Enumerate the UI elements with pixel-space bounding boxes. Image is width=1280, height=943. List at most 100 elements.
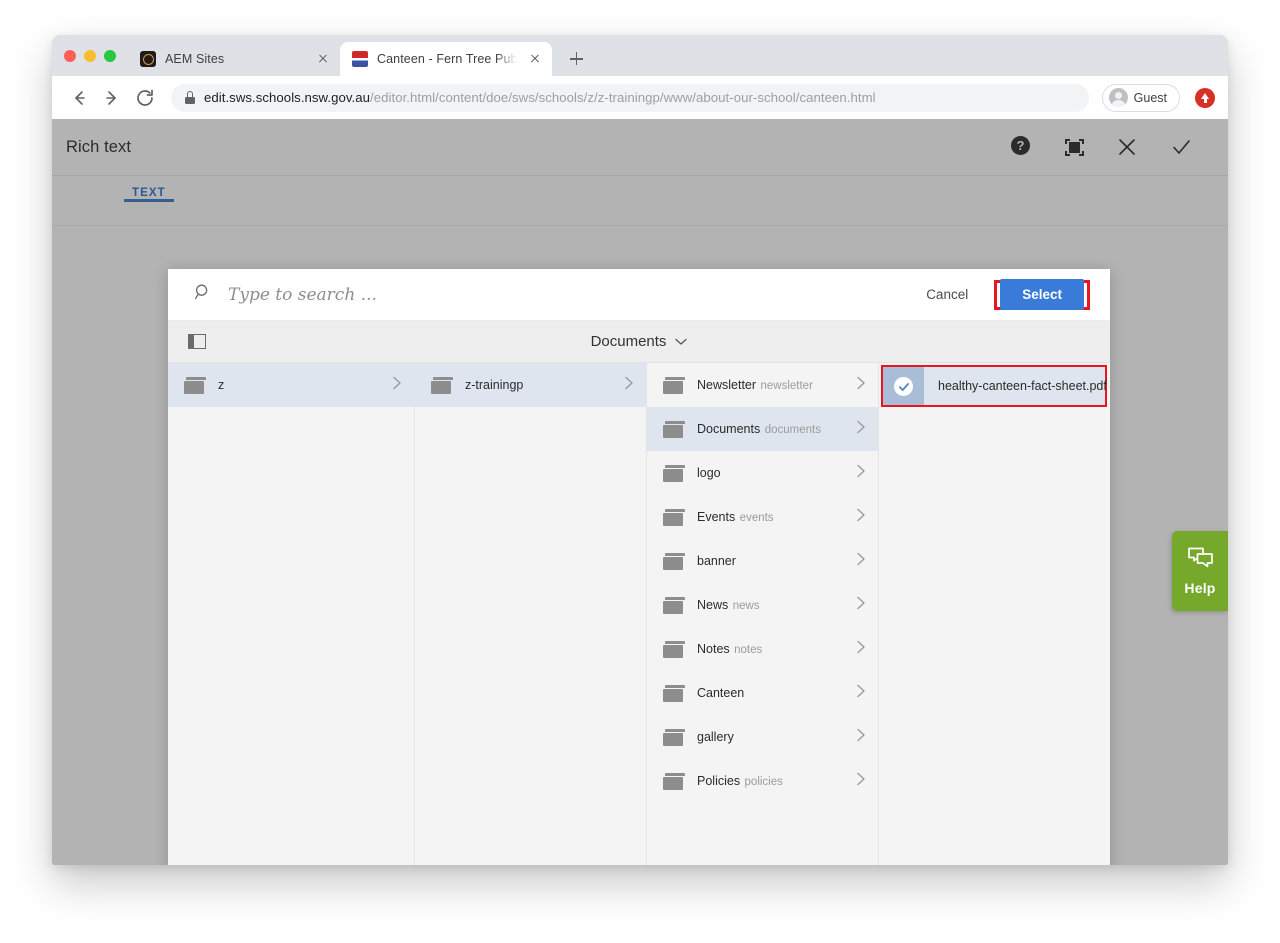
browser-tab-aem-sites[interactable]: AEM Sites — [128, 42, 340, 76]
extension-icon[interactable] — [1195, 87, 1215, 108]
browser-tab-strip: AEM Sites Canteen - Fern Tree Public Sch — [52, 35, 1228, 76]
search-icon — [194, 283, 212, 306]
list-item-title: Events — [697, 510, 736, 524]
help-icon[interactable]: ? — [1011, 136, 1033, 158]
folder-icon — [663, 420, 685, 438]
editor-header-actions: ? — [1011, 136, 1192, 158]
list-item[interactable]: News news — [647, 583, 878, 627]
asset-list-item[interactable]: healthy-canteen-fact-sheet.pdf — [883, 367, 1107, 405]
list-item-title: banner — [697, 554, 736, 568]
minimize-window-button[interactable] — [84, 49, 96, 62]
list-item[interactable]: Events events — [647, 495, 878, 539]
chevron-right-icon — [856, 728, 866, 747]
list-item-title: Policies — [697, 774, 741, 788]
chevron-down-icon[interactable] — [675, 333, 688, 351]
tab-close-icon[interactable] — [526, 50, 544, 68]
picker-column-1: z — [168, 363, 414, 865]
select-button[interactable]: Select — [1000, 278, 1084, 310]
list-item-subtitle: documents — [764, 424, 821, 436]
list-item[interactable]: Notes notes — [647, 627, 878, 671]
folder-icon — [663, 684, 685, 702]
list-item-subtitle: notes — [734, 644, 763, 656]
chevron-right-icon — [392, 376, 402, 395]
list-item-title: Notes — [697, 642, 730, 656]
chevron-right-icon — [624, 376, 634, 395]
url-path: /editor.html/content/doe/sws/schools/z/z… — [370, 90, 876, 105]
editor-header: Rich text ? — [52, 119, 1228, 176]
list-item-text: News news — [697, 596, 842, 614]
maximize-window-button[interactable] — [104, 49, 116, 62]
help-widget-button[interactable]: Help — [1172, 531, 1228, 611]
select-button-container: Select — [994, 278, 1090, 310]
list-item-text: z — [218, 376, 378, 394]
chevron-right-icon — [856, 508, 866, 527]
folder-icon — [663, 596, 685, 614]
folder-icon — [663, 376, 685, 394]
list-item[interactable]: Canteen — [647, 671, 878, 715]
tab-text[interactable]: TEXT — [118, 176, 180, 202]
panel-toggle-icon[interactable] — [188, 334, 206, 349]
folder-icon — [663, 508, 685, 526]
list-item[interactable]: Newsletter newsletter — [647, 363, 878, 407]
chevron-right-icon — [856, 420, 866, 439]
list-item-title: logo — [697, 466, 721, 480]
list-item-text: logo — [697, 464, 842, 482]
tab-active-indicator — [124, 199, 174, 202]
chevron-right-icon — [856, 772, 866, 791]
cancel-button[interactable]: Cancel — [912, 280, 982, 309]
chevron-right-icon — [856, 684, 866, 703]
picker-column-3: Newsletter newsletter Documents document… — [646, 363, 878, 865]
list-item[interactable]: z-trainingp — [415, 363, 646, 407]
list-item-text: Policies policies — [697, 772, 842, 790]
breadcrumb-label[interactable]: Documents — [591, 333, 667, 350]
url-text: edit.sws.schools.nsw.gov.au/editor.html/… — [204, 90, 876, 105]
folder-icon — [663, 728, 685, 746]
list-item-subtitle: newsletter — [760, 380, 813, 392]
search-input[interactable]: Type to search ... — [228, 285, 912, 305]
confirm-icon[interactable] — [1170, 136, 1192, 158]
new-tab-button[interactable] — [562, 45, 590, 73]
folder-icon — [663, 464, 685, 482]
chevron-right-icon — [856, 376, 866, 395]
help-widget-label: Help — [1184, 580, 1216, 596]
aem-favicon — [140, 51, 156, 67]
picker-column-2: z-trainingp — [414, 363, 646, 865]
browser-tab-canteen[interactable]: Canteen - Fern Tree Public Sch — [340, 42, 552, 76]
list-item[interactable]: banner — [647, 539, 878, 583]
school-favicon — [352, 51, 368, 67]
url-input[interactable]: edit.sws.schools.nsw.gov.au/editor.html/… — [171, 83, 1089, 112]
list-item-text: Notes notes — [697, 640, 842, 658]
list-item-text: Canteen — [697, 684, 842, 702]
selected-check-icon — [894, 377, 913, 396]
page-title: Rich text — [66, 137, 132, 156]
list-item-subtitle: policies — [744, 776, 783, 788]
list-item[interactable]: Policies policies — [647, 759, 878, 803]
list-item-text: gallery — [697, 728, 842, 746]
list-item-text: Events events — [697, 508, 842, 526]
tab-close-icon[interactable] — [314, 50, 332, 68]
reload-button[interactable] — [131, 84, 159, 112]
list-item-title: z-trainingp — [465, 378, 524, 392]
folder-icon — [663, 552, 685, 570]
asset-picker-dialog: Type to search ... Cancel Select Documen… — [168, 269, 1110, 865]
close-window-button[interactable] — [64, 49, 76, 62]
list-item[interactable]: z — [168, 363, 414, 407]
fullscreen-icon[interactable] — [1065, 138, 1084, 156]
list-item-subtitle: events — [739, 512, 774, 524]
back-button[interactable] — [65, 84, 93, 112]
forward-button[interactable] — [98, 84, 126, 112]
list-item[interactable]: logo — [647, 451, 878, 495]
picker-search-bar: Type to search ... Cancel Select — [168, 269, 1110, 321]
list-item[interactable]: Documents documents — [647, 407, 878, 451]
close-icon[interactable] — [1116, 136, 1138, 158]
browser-window: AEM Sites Canteen - Fern Tree Public Sch — [52, 35, 1228, 865]
lock-icon — [185, 91, 195, 104]
list-item[interactable]: gallery — [647, 715, 878, 759]
list-item-text: z-trainingp — [465, 376, 610, 394]
list-item-text: banner — [697, 552, 842, 570]
editor-tabs: TEXT — [52, 176, 1228, 226]
list-item-title: Canteen — [697, 686, 745, 700]
profile-button[interactable]: Guest — [1101, 83, 1180, 112]
asset-row-container: healthy-canteen-fact-sheet.pdf — [881, 365, 1107, 407]
tab-title: AEM Sites — [165, 52, 225, 66]
